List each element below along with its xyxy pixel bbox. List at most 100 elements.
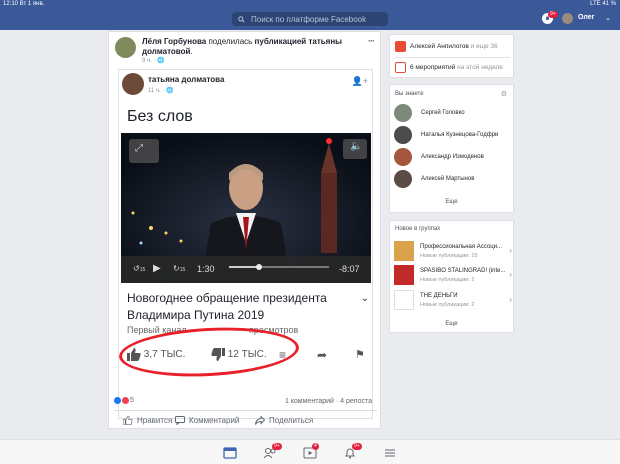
group-updates: Новые публикации: 2 bbox=[420, 302, 475, 308]
top-bar: 12:10 Вт 1 янв. LTE 41 % Поиск по платфо… bbox=[0, 0, 620, 30]
user-name[interactable]: Олег bbox=[578, 14, 595, 21]
contacts-header: Вы знаете bbox=[395, 91, 424, 97]
group-name: THE ДЕНЬГИ bbox=[420, 293, 458, 299]
groups-more-link[interactable]: Еще bbox=[390, 321, 513, 327]
like-button[interactable]: Нравится bbox=[123, 416, 172, 425]
feed-post: Лёля Горбунова поделилась публикацией та… bbox=[108, 31, 381, 429]
group-name: SPASIBO STALINGRAD! (inte... bbox=[420, 268, 506, 274]
birthday-row[interactable]: Алексей Анпилогов и еще 36 bbox=[410, 43, 498, 50]
menu-icon[interactable] bbox=[383, 446, 397, 460]
chevron-down-icon[interactable]: ⌄ bbox=[361, 293, 369, 304]
repost-count: 4 репоста bbox=[340, 398, 372, 405]
video-scrubber[interactable] bbox=[256, 264, 262, 270]
share-button[interactable]: Поделиться bbox=[255, 416, 313, 425]
video-title[interactable]: Новогоднее обращение президента Владимир… bbox=[127, 290, 365, 324]
contact-name: Александр Измоденов bbox=[421, 154, 484, 160]
group-image bbox=[394, 265, 414, 285]
friends-badge: 9+ bbox=[272, 443, 282, 450]
comment-button[interactable]: Комментарий bbox=[175, 416, 239, 425]
divider bbox=[114, 410, 377, 411]
avatar bbox=[394, 148, 412, 166]
search-placeholder: Поиск по платформе Facebook bbox=[251, 14, 367, 24]
more-options-icon[interactable]: ··· bbox=[368, 36, 375, 46]
post-time[interactable]: 9 ч. · 🌐 bbox=[142, 57, 165, 64]
gift-icon bbox=[395, 41, 406, 52]
contact-item[interactable]: Наталья Кузнецова-Годфри bbox=[394, 126, 510, 146]
chevron-right-icon: › bbox=[509, 295, 512, 304]
video-progress-bar[interactable] bbox=[229, 264, 329, 270]
globe-icon: 🌐 bbox=[157, 58, 165, 64]
post-stats[interactable]: 1 комментарий · 4 репоста bbox=[285, 398, 372, 405]
status-battery: LTE 41 % bbox=[590, 1, 616, 7]
play-icon[interactable]: ▶ bbox=[153, 263, 161, 274]
avatar bbox=[394, 126, 412, 144]
search-icon bbox=[238, 15, 245, 23]
chevron-right-icon: › bbox=[509, 270, 512, 279]
video-remaining-time: -8:07 bbox=[339, 264, 360, 274]
video-badge: 4 bbox=[312, 443, 319, 450]
globe-icon: 🌐 bbox=[166, 88, 174, 94]
thumbs-up-icon bbox=[123, 416, 133, 425]
video-controls: ↺15 ▶ ↻15 1:30 -8:07 bbox=[121, 256, 371, 283]
skip-forward-icon[interactable]: ↻15 bbox=[173, 264, 185, 273]
reaction-count: 5 bbox=[130, 397, 134, 404]
shared-time[interactable]: 11 ч. · 🌐 bbox=[148, 87, 174, 94]
post-header: Лёля Горбунова поделилась публикацией та… bbox=[142, 37, 342, 56]
contact-name: Наталья Кузнецова-Годфри bbox=[421, 132, 499, 138]
events-row[interactable]: 6 мероприятий на этой неделе bbox=[410, 64, 503, 71]
group-updates: Новые публикации: 2 bbox=[420, 277, 475, 283]
group-updates: Новые публикации: 25 bbox=[420, 253, 478, 259]
love-reaction-icon bbox=[122, 397, 129, 404]
fullscreen-icon[interactable]: ⤢ bbox=[135, 143, 143, 154]
group-item[interactable]: THE ДЕНЬГИ Новые публикации: 2 › bbox=[394, 290, 512, 312]
gear-icon[interactable]: ⚙ bbox=[501, 90, 507, 98]
skip-back-icon[interactable]: ↺15 bbox=[133, 264, 145, 273]
author-avatar[interactable] bbox=[115, 37, 136, 58]
like-reaction-icon bbox=[114, 397, 121, 404]
group-item[interactable]: Профессиональная Ассоци... Новые публика… bbox=[394, 241, 512, 263]
groups-header: Новое в группах bbox=[395, 226, 441, 232]
contact-item[interactable]: Алексей Мартынов bbox=[394, 170, 510, 190]
video-progress-fill bbox=[229, 266, 259, 268]
status-time: 12:10 Вт 1 янв. bbox=[3, 1, 45, 7]
shared-author-avatar[interactable] bbox=[122, 73, 144, 95]
contact-name: Сергей Головко bbox=[421, 110, 465, 116]
video-player[interactable]: ⤢ 🔈 ↺15 ▶ ↻15 1:30 -8:07 bbox=[121, 133, 371, 283]
flag-icon[interactable]: ⚑ bbox=[355, 348, 365, 361]
divider bbox=[395, 57, 510, 58]
share-arrow-icon[interactable]: ➦ bbox=[317, 348, 327, 362]
share-icon bbox=[255, 416, 265, 425]
shared-author[interactable]: татьяна долматова bbox=[148, 75, 224, 84]
calendar-icon bbox=[395, 62, 406, 73]
video-heading: Без слов bbox=[127, 108, 193, 125]
chevron-right-icon: › bbox=[509, 246, 512, 255]
notifications-badge: 9+ bbox=[548, 11, 558, 18]
search-input[interactable]: Поиск по платформе Facebook bbox=[232, 12, 388, 26]
group-image bbox=[394, 290, 414, 310]
bottom-tab-bar: 9+ 4 9+ bbox=[0, 439, 620, 464]
comment-icon bbox=[175, 416, 185, 425]
avatar[interactable] bbox=[562, 13, 573, 24]
groups-card: Новое в группах Профессиональная Ассоци.… bbox=[389, 220, 514, 333]
group-item[interactable]: SPASIBO STALINGRAD! (inte... Новые публи… bbox=[394, 265, 512, 287]
contact-item[interactable]: Александр Измоденов bbox=[394, 148, 510, 168]
group-name: Профессиональная Ассоци... bbox=[420, 244, 502, 250]
news-feed-icon[interactable] bbox=[223, 446, 237, 460]
contacts-more-link[interactable]: Еще bbox=[390, 199, 513, 205]
video-current-time: 1:30 bbox=[197, 264, 215, 274]
post-action: поделилась bbox=[206, 37, 255, 46]
birthdays-events-card: Алексей Анпилогов и еще 36 6 мероприятий… bbox=[389, 34, 514, 78]
avatar bbox=[394, 104, 412, 122]
notifications-badge: 9+ bbox=[352, 443, 362, 450]
avatar bbox=[394, 170, 412, 188]
contact-item[interactable]: Сергей Головко bbox=[394, 104, 510, 124]
volume-icon[interactable]: 🔈 bbox=[350, 141, 362, 152]
post-author[interactable]: Лёля Горбунова bbox=[142, 37, 206, 46]
contact-name: Алексей Мартынов bbox=[421, 176, 475, 182]
group-image bbox=[394, 241, 414, 261]
reactions-summary[interactable]: 5 bbox=[114, 397, 134, 404]
add-friend-icon[interactable]: 👤+ bbox=[352, 76, 368, 87]
comment-count: 1 комментарий bbox=[284, 398, 334, 405]
contacts-card: Вы знаете ⚙ Сергей Головко Наталья Кузне… bbox=[389, 84, 514, 213]
chevron-down-icon[interactable]: ⌄ bbox=[605, 14, 611, 22]
